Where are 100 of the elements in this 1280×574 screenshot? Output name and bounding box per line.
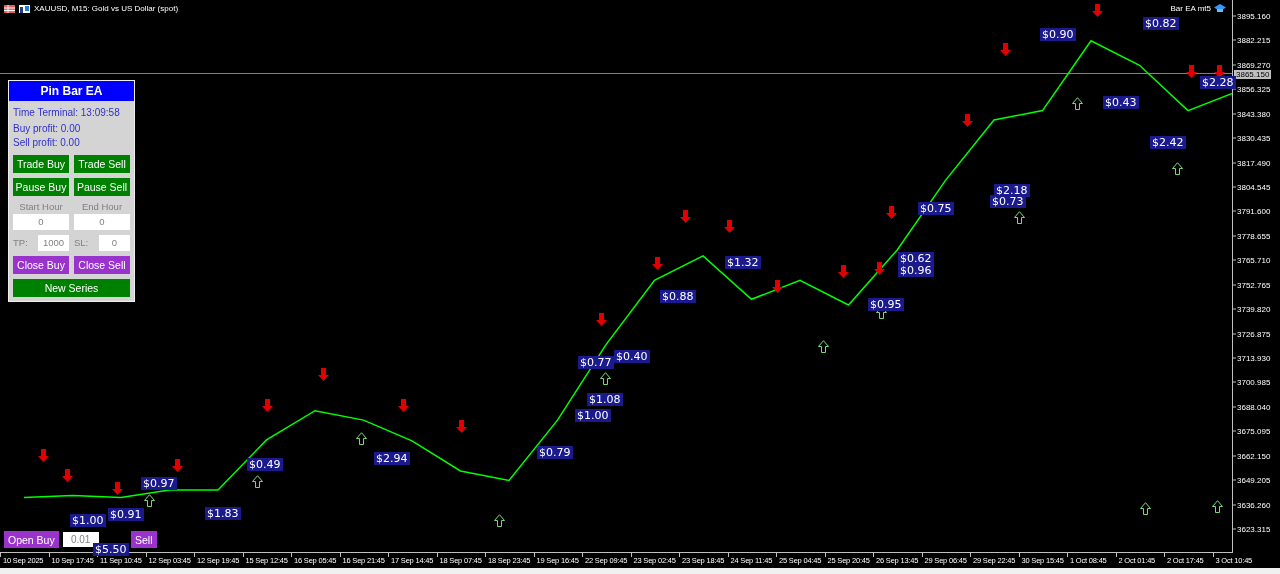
panel-button[interactable]: Pause Sell bbox=[74, 178, 130, 196]
profit-label: $0.97 bbox=[141, 477, 177, 490]
panel-button[interactable]: Trade Buy bbox=[13, 155, 69, 173]
down-arrow-icon bbox=[874, 262, 885, 275]
sell-button[interactable]: Sell bbox=[131, 531, 157, 548]
indicator-name: Bar EA mt5 bbox=[1170, 4, 1211, 13]
price-tick: 3804.545 bbox=[1237, 182, 1271, 192]
up-arrow-icon bbox=[356, 432, 367, 445]
down-arrow-icon bbox=[596, 313, 607, 326]
price-tick: 3700.985 bbox=[1237, 377, 1271, 387]
down-arrow-icon bbox=[680, 210, 691, 223]
tp-label: TP: bbox=[13, 236, 29, 250]
profit-label: $0.96 bbox=[898, 264, 934, 277]
start-hour-label: Start Hour bbox=[18, 201, 64, 212]
up-arrow-icon bbox=[1072, 97, 1083, 110]
down-arrow-icon bbox=[456, 420, 467, 433]
price-tick: 3778.655 bbox=[1237, 231, 1271, 241]
price-tick: 3791.600 bbox=[1237, 206, 1271, 216]
close-button[interactable]: Close Sell bbox=[74, 256, 130, 274]
profit-label: $1.83 bbox=[205, 507, 241, 520]
profit-label: $0.40 bbox=[614, 350, 650, 363]
tp-field[interactable]: 1000 bbox=[38, 235, 69, 251]
price-tick: 3830.435 bbox=[1237, 133, 1271, 143]
open-buy-button[interactable]: Open Buy bbox=[4, 531, 59, 548]
down-arrow-icon bbox=[1186, 65, 1197, 78]
up-arrow-icon bbox=[818, 340, 829, 353]
profit-label: $2.28 bbox=[1200, 76, 1236, 89]
window-title: XAUUSD, M15: Gold vs US Dollar (spot) bbox=[34, 4, 179, 13]
current-price: 3865.150 bbox=[1234, 70, 1272, 79]
sl-field[interactable]: 0 bbox=[99, 235, 130, 251]
down-arrow-icon bbox=[772, 280, 783, 293]
panel-button[interactable]: Pause Buy bbox=[13, 178, 69, 196]
down-arrow-icon bbox=[1000, 43, 1011, 56]
profit-label: $0.82 bbox=[1143, 17, 1179, 30]
price-tick: 3765.710 bbox=[1237, 255, 1271, 265]
profit-label: $2.94 bbox=[374, 452, 410, 465]
down-arrow-icon bbox=[398, 399, 409, 412]
close-button[interactable]: Close Buy bbox=[13, 256, 69, 274]
profit-label: $2.42 bbox=[1150, 136, 1186, 149]
price-tick: 3662.150 bbox=[1237, 451, 1271, 461]
up-arrow-icon bbox=[1140, 502, 1151, 515]
down-arrow-icon bbox=[886, 206, 897, 219]
price-tick: 3752.765 bbox=[1237, 280, 1271, 290]
profit-label: $0.90 bbox=[1040, 28, 1076, 41]
down-arrow-icon bbox=[724, 220, 735, 233]
terminal-time: Time Terminal: 13:09:58 bbox=[12, 106, 121, 120]
panel-button[interactable]: Trade Sell bbox=[74, 155, 130, 173]
up-arrow-icon bbox=[144, 494, 155, 507]
up-arrow-icon bbox=[600, 372, 611, 385]
down-arrow-icon bbox=[318, 368, 329, 381]
price-tick: 3636.260 bbox=[1237, 500, 1271, 509]
price-tick: 3882.215 bbox=[1237, 35, 1271, 45]
profit-label: $0.95 bbox=[868, 298, 904, 311]
up-arrow-icon bbox=[252, 475, 263, 488]
down-arrow-icon bbox=[1092, 4, 1103, 17]
price-tick: 3726.875 bbox=[1237, 329, 1271, 338]
down-arrow-icon bbox=[172, 459, 183, 472]
profit-label: $0.75 bbox=[918, 202, 954, 215]
down-arrow-icon bbox=[38, 449, 49, 462]
new-series-button[interactable]: New Series bbox=[13, 279, 130, 297]
buy-profit: Buy profit: 0.00 bbox=[12, 122, 82, 136]
up-arrow-icon bbox=[494, 514, 505, 527]
profit-label: $0.73 bbox=[990, 195, 1026, 208]
profit-label: $0.49 bbox=[247, 458, 283, 471]
price-tick: 3675.095 bbox=[1237, 426, 1271, 436]
profit-label: $1.08 bbox=[587, 393, 623, 406]
end-hour-field[interactable]: 0 bbox=[74, 214, 130, 230]
profit-label: $0.77 bbox=[578, 356, 614, 369]
price-tick: 3817.490 bbox=[1237, 158, 1271, 167]
profit-label: $0.91 bbox=[108, 508, 144, 521]
chart-icon bbox=[19, 4, 30, 13]
down-arrow-icon bbox=[262, 399, 273, 412]
price-tick: 3688.040 bbox=[1237, 402, 1271, 412]
profit-label: $5.50 bbox=[93, 543, 129, 556]
profit-label: $1.00 bbox=[575, 409, 611, 422]
down-arrow-icon bbox=[112, 482, 123, 495]
price-tick: 3869.270 bbox=[1237, 60, 1271, 70]
panel-title: Pin Bar EA bbox=[9, 81, 134, 101]
profit-label: $0.79 bbox=[537, 446, 573, 459]
profit-label: $1.00 bbox=[70, 514, 106, 527]
up-arrow-icon bbox=[1172, 162, 1183, 175]
price-tick: 3739.820 bbox=[1237, 304, 1271, 314]
end-hour-label: End Hour bbox=[80, 201, 124, 212]
profit-label: $0.88 bbox=[660, 290, 696, 303]
price-tick: 3895.160 bbox=[1237, 11, 1271, 21]
price-tick: 3649.205 bbox=[1237, 475, 1271, 485]
grid-icon bbox=[4, 4, 15, 13]
price-tick: 3843.380 bbox=[1237, 109, 1271, 119]
start-hour-field[interactable]: 0 bbox=[13, 214, 69, 230]
down-arrow-icon bbox=[652, 257, 663, 270]
down-arrow-icon bbox=[62, 469, 73, 482]
down-arrow-icon bbox=[838, 265, 849, 278]
graduation-cap-icon bbox=[1214, 4, 1226, 13]
price-tick: 3623.315 bbox=[1237, 524, 1271, 534]
down-arrow-icon bbox=[1214, 65, 1225, 78]
sell-profit: Sell profit: 0.00 bbox=[12, 136, 81, 150]
down-arrow-icon bbox=[962, 114, 973, 127]
sl-label: SL: bbox=[74, 236, 90, 250]
price-tick: 3713.930 bbox=[1237, 353, 1271, 363]
up-arrow-icon bbox=[1014, 211, 1025, 224]
